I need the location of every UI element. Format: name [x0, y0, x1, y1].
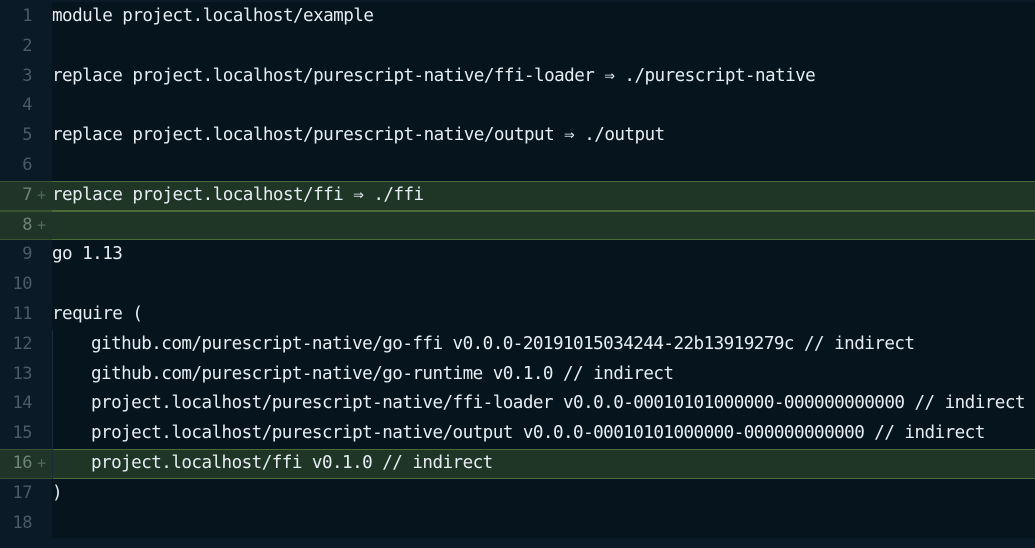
line-gutter[interactable]: 18	[0, 509, 52, 539]
code-text: replace project.localhost/ffi ⇒ ./ffi	[52, 184, 424, 205]
line-gutter[interactable]: 3	[0, 62, 52, 92]
line-content[interactable]: project.localhost/purescript-native/ffi-…	[52, 389, 1035, 420]
code-line[interactable]: 10	[0, 270, 1035, 300]
line-number: 12	[12, 333, 33, 354]
line-gutter[interactable]: 4	[0, 91, 52, 121]
line-number: 6	[22, 154, 32, 175]
line-gutter[interactable]: 2	[0, 32, 52, 62]
line-gutter[interactable]: 11	[0, 300, 52, 330]
code-line[interactable]: 12 github.com/purescript-native/go-ffi v0…	[0, 329, 1035, 360]
line-content[interactable]	[52, 210, 1035, 241]
line-content[interactable]: replace project.localhost/ffi ⇒ ./ffi	[52, 180, 1035, 211]
line-content[interactable]	[52, 91, 1035, 122]
line-content[interactable]: replace project.localhost/purescript-nat…	[52, 61, 1035, 92]
line-number: 8	[22, 214, 32, 235]
code-text: replace project.localhost/purescript-nat…	[52, 125, 665, 146]
line-gutter[interactable]: 12	[0, 330, 52, 360]
added-marker-icon: +	[37, 215, 47, 234]
line-gutter[interactable]: 14	[0, 389, 52, 419]
code-text: github.com/purescript-native/go-ffi v0.0…	[91, 333, 915, 354]
code-line[interactable]: 3 replace project.localhost/purescript-na…	[0, 61, 1035, 92]
line-number: 14	[12, 393, 33, 414]
code-text: require (	[52, 303, 143, 324]
line-content[interactable]	[52, 508, 1035, 539]
line-gutter[interactable]: 15	[0, 419, 52, 449]
line-gutter[interactable]: 10	[0, 270, 52, 300]
code-text: module project.localhost/example	[52, 6, 374, 26]
line-gutter[interactable]: 6	[0, 151, 52, 181]
line-number: 13	[12, 363, 33, 384]
line-number: 4	[22, 95, 32, 116]
code-line[interactable]: 4	[0, 91, 1035, 122]
editor-lines: 1 module project.localhost/example 2 3 repla…	[0, 2, 1035, 539]
line-gutter[interactable]: 1	[0, 2, 52, 32]
line-number: 10	[12, 274, 33, 295]
indent-guide	[52, 448, 91, 479]
indent-guide	[52, 359, 91, 390]
line-content[interactable]: module project.localhost/example	[52, 2, 1035, 32]
line-number: 9	[22, 244, 32, 265]
line-number: 15	[12, 423, 33, 444]
code-text: replace project.localhost/purescript-nat…	[52, 65, 816, 86]
indent-guide	[52, 389, 91, 420]
code-text: )	[52, 482, 63, 503]
code-line[interactable]: 2	[0, 31, 1035, 62]
code-line[interactable]: 9 go 1.13	[0, 240, 1035, 271]
code-text: project.localhost/purescript-native/outp…	[91, 423, 985, 444]
code-line[interactable]: 1 module project.localhost/example	[0, 2, 1035, 32]
code-line[interactable]: 14 project.localhost/purescript-native/ff…	[0, 389, 1035, 420]
line-number: 2	[22, 35, 32, 56]
line-number: 1	[22, 6, 32, 26]
code-line[interactable]: 18	[0, 508, 1035, 539]
line-gutter[interactable]: 7 +	[0, 180, 52, 211]
line-content[interactable]: github.com/purescript-native/go-runtime …	[52, 359, 1035, 390]
code-text: project.localhost/purescript-native/ffi-…	[91, 393, 1026, 414]
line-content[interactable]: require (	[52, 299, 1035, 330]
line-content[interactable]: project.localhost/purescript-native/outp…	[52, 419, 1035, 449]
added-line[interactable]: 7 + replace project.localhost/ffi ⇒ ./ffi	[0, 180, 1035, 211]
code-line[interactable]: 6	[0, 150, 1035, 181]
line-gutter[interactable]: 8 +	[0, 210, 52, 241]
line-content[interactable]	[52, 270, 1035, 300]
indent-guide	[52, 329, 91, 360]
line-number: 17	[12, 482, 33, 503]
line-gutter[interactable]: 5	[0, 121, 52, 151]
line-content[interactable]	[52, 31, 1035, 62]
line-number: 3	[22, 65, 32, 86]
added-marker-icon: +	[37, 453, 47, 472]
line-content[interactable]: )	[52, 478, 1035, 509]
line-number: 18	[12, 512, 33, 533]
added-line[interactable]: 16 + project.localhost/ffi v0.1.0 // indir…	[0, 448, 1035, 479]
line-gutter[interactable]: 17	[0, 479, 52, 509]
indent-guide	[52, 419, 91, 449]
line-number: 16	[12, 452, 33, 473]
code-text: github.com/purescript-native/go-runtime …	[91, 363, 674, 384]
line-content[interactable]: github.com/purescript-native/go-ffi v0.0…	[52, 329, 1035, 360]
line-gutter[interactable]: 13	[0, 360, 52, 390]
added-marker-icon: +	[37, 185, 47, 204]
line-gutter[interactable]: 9	[0, 240, 52, 270]
code-line[interactable]: 17)	[0, 478, 1035, 509]
line-content[interactable]: go 1.13	[52, 240, 1035, 271]
line-content[interactable]	[52, 150, 1035, 181]
line-content[interactable]: project.localhost/ffi v0.1.0 // indirect	[52, 448, 1035, 479]
code-line[interactable]: 11 require (	[0, 299, 1035, 330]
code-text: project.localhost/ffi v0.1.0 // indirect	[91, 452, 493, 473]
code-line[interactable]: 15 project.localhost/purescript-native/ou…	[0, 419, 1035, 449]
line-number: 7	[22, 184, 32, 205]
line-gutter[interactable]: 16 +	[0, 448, 52, 479]
line-number: 5	[22, 125, 32, 146]
code-line[interactable]: 5 replace project.localhost/purescript-na…	[0, 121, 1035, 151]
line-number: 11	[12, 303, 33, 324]
code-line[interactable]: 13 github.com/purescript-native/go-runtim…	[0, 359, 1035, 390]
code-editor[interactable]: 1 module project.localhost/example 2 3 repla…	[0, 2, 1035, 548]
code-text: go 1.13	[52, 244, 123, 265]
line-content[interactable]: replace project.localhost/purescript-nat…	[52, 121, 1035, 151]
added-line[interactable]: 8 +	[0, 210, 1035, 241]
